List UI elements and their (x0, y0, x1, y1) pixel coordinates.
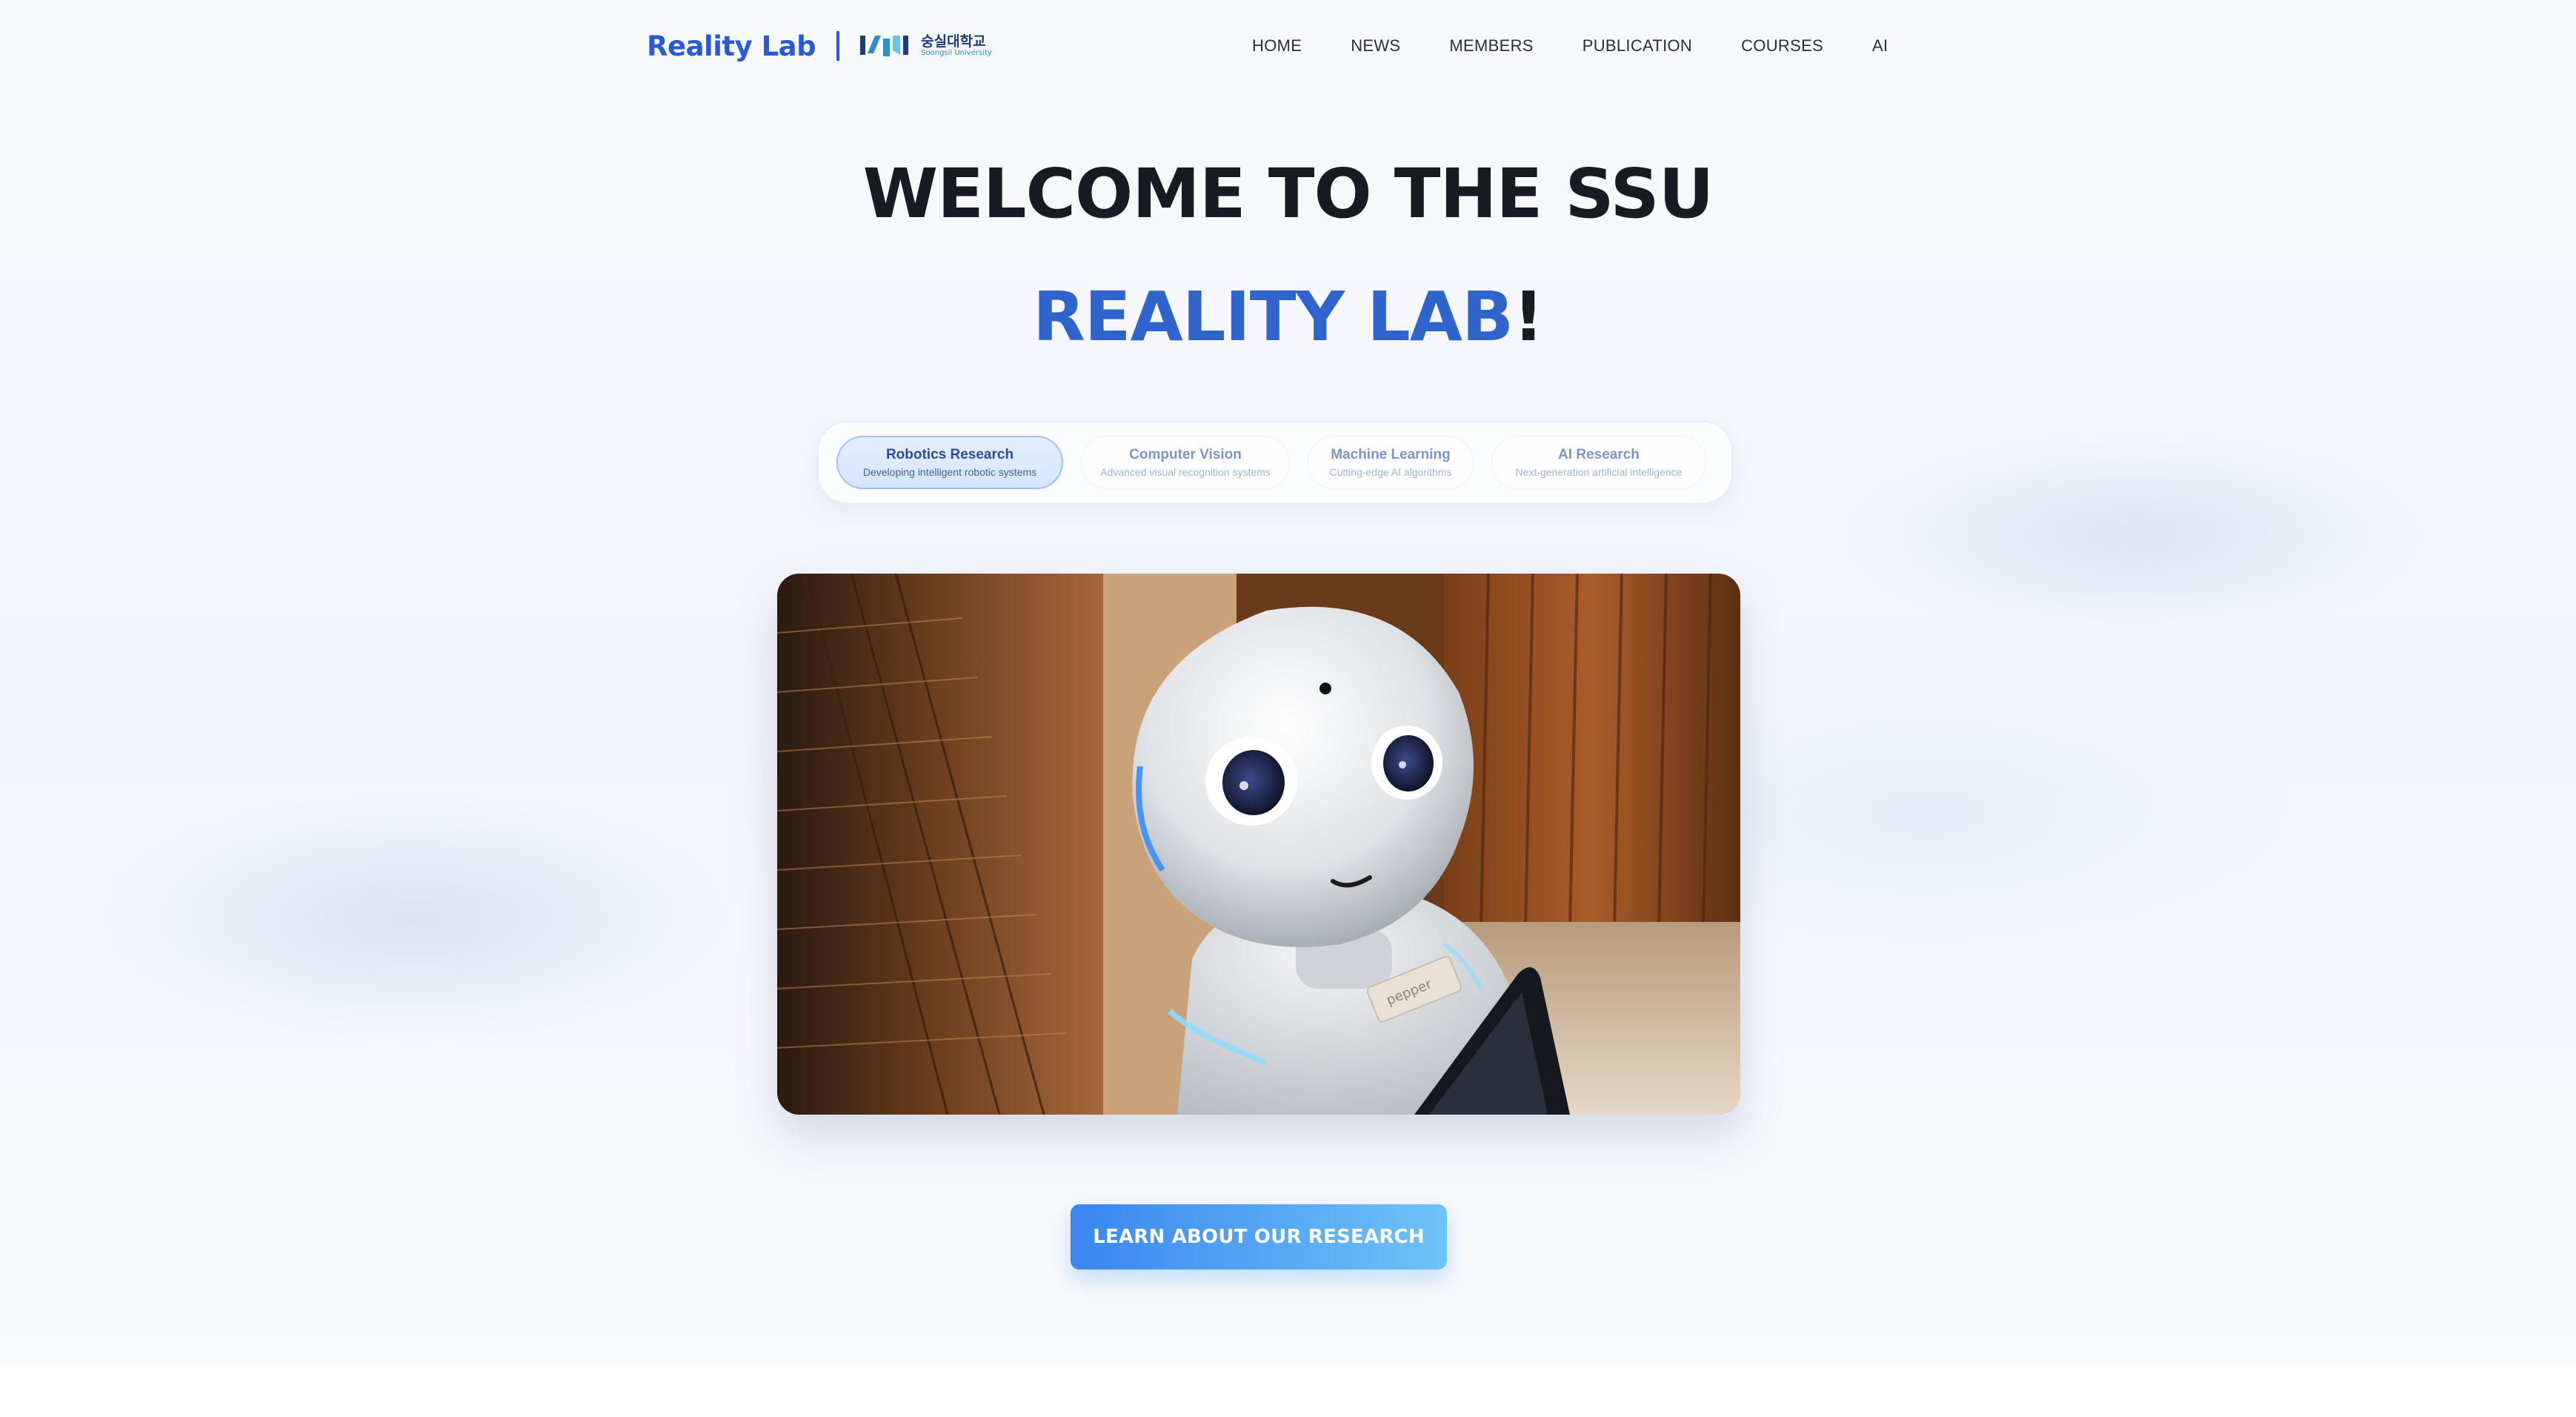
robot-illustration: pepper (777, 574, 1740, 1115)
tab-robotics-research[interactable]: Robotics Research Developing intelligent… (836, 436, 1063, 489)
tab-ai-research[interactable]: AI Research Next-generation artificial i… (1491, 436, 1706, 489)
tab-title: Computer Vision (1129, 447, 1242, 462)
tab-subtitle: Next-generation artificial intelligence (1515, 466, 1683, 478)
footer-band (0, 1364, 2576, 1417)
tab-subtitle: Developing intelligent robotic systems (862, 466, 1037, 478)
tab-title: Robotics Research (885, 447, 1014, 462)
nav-publication[interactable]: PUBLICATION (1582, 36, 1692, 56)
tab-title: AI Research (1558, 447, 1640, 462)
hero-robot-image: pepper (777, 574, 1740, 1115)
university-logo[interactable]: 숭실대학교 Soongsil University (859, 31, 992, 61)
nav-ai[interactable]: AI (1872, 36, 1888, 56)
hero-title-line2: REALITY LAB! (0, 265, 2576, 369)
nav-courses[interactable]: COURSES (1741, 36, 1823, 56)
university-english-name: Soongsil University (921, 49, 992, 57)
tab-title: Machine Learning (1331, 447, 1451, 462)
tab-subtitle: Cutting-edge AI algorithms (1329, 466, 1452, 478)
learn-research-button[interactable]: LEARN ABOUT OUR RESEARCH (1071, 1204, 1447, 1270)
brand-divider (836, 31, 840, 61)
ssu-logo-icon (860, 36, 909, 56)
tab-subtitle: Advanced visual recognition systems (1100, 466, 1271, 478)
nav-news[interactable]: NEWS (1351, 36, 1400, 56)
nav-members[interactable]: MEMBERS (1449, 36, 1533, 56)
tab-machine-learning[interactable]: Machine Learning Cutting-edge AI algorit… (1308, 436, 1474, 489)
hero-title-accent: REALITY LAB (1032, 277, 1514, 356)
tab-computer-vision[interactable]: Computer Vision Advanced visual recognit… (1081, 436, 1290, 489)
university-korean-name: 숭실대학교 (921, 33, 986, 50)
hero-title-line1: WELCOME TO THE SSU (862, 154, 1714, 233)
site-brand[interactable]: Reality Lab 숭실대학교 Soongsil University (647, 27, 992, 65)
nav-home[interactable]: HOME (1252, 36, 1302, 56)
main-nav: HOME NEWS MEMBERS PUBLICATION COURSES AI (1252, 33, 1888, 59)
hero-title-exclamation: ! (1513, 277, 1544, 356)
research-tabs: Robotics Research Developing intelligent… (817, 421, 1733, 504)
brand-name[interactable]: Reality Lab (647, 30, 816, 62)
